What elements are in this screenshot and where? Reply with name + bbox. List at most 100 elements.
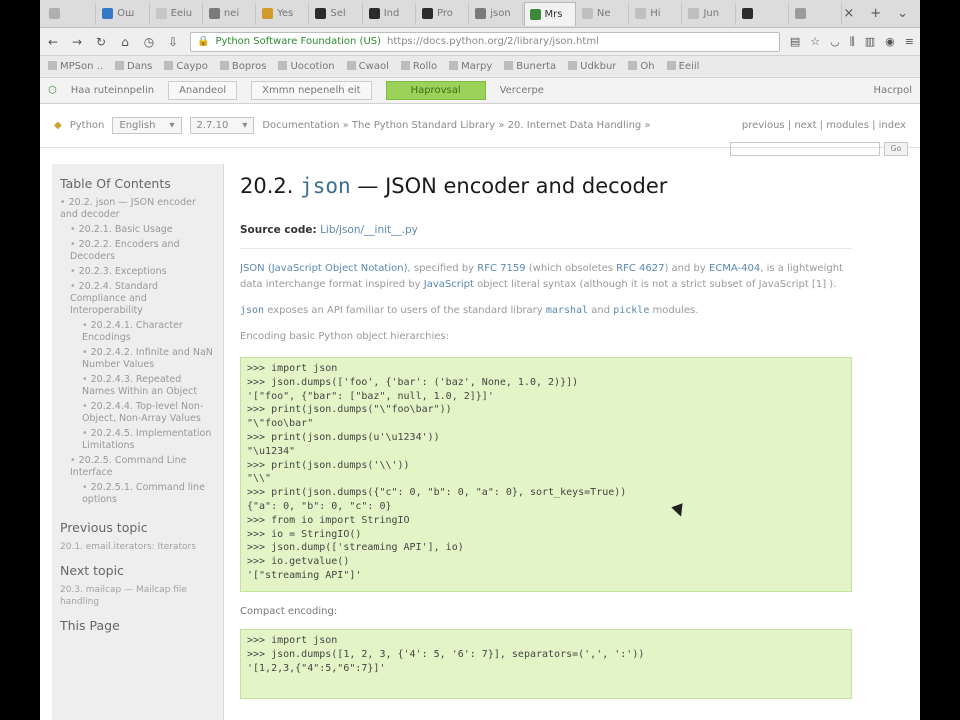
api-paragraph: json exposes an API familiar to users of… xyxy=(240,305,699,316)
menu-icon[interactable]: ≡ xyxy=(905,35,914,49)
bookmark-folder-icon xyxy=(504,61,514,70)
bullet-icon: • xyxy=(82,401,88,412)
browser-tab[interactable]: Ind xyxy=(364,2,416,25)
bullet-icon: • xyxy=(60,197,66,208)
search-input[interactable] xyxy=(730,142,880,156)
bookmark-item[interactable]: Bopros xyxy=(219,61,266,72)
page-title: 20.2. json — JSON encoder and decoder xyxy=(240,174,668,198)
toc-item[interactable]: • 20.2.4.2. Infinite and NaN Number Value… xyxy=(60,347,215,371)
code-line: >>> print(json.dumps("\"foo\bar")) xyxy=(247,404,452,416)
nav-links[interactable]: previous | next | modules | index xyxy=(742,120,906,131)
bookmark-folder-icon xyxy=(164,61,174,70)
back-icon[interactable]: ← xyxy=(46,35,60,49)
version-select[interactable]: 2.7.10 ▾ xyxy=(189,117,255,134)
tab-favicon-icon xyxy=(155,8,167,19)
reader-view-icon[interactable]: ▤ xyxy=(790,35,800,49)
browser-tab[interactable]: nei xyxy=(204,2,257,25)
code-line: >>> from io import StringIO xyxy=(247,514,410,526)
bullet-icon: • xyxy=(82,347,88,358)
browser-tab[interactable] xyxy=(737,2,790,25)
address-bar[interactable]: 🔒 Python Software Foundation (US) https:… xyxy=(190,31,780,52)
tab-strip: Ош Eeiu nei Yes Sel Ind Pro json Mrs Ne Hi Jun × + ⌄ xyxy=(40,0,920,28)
browser-tab[interactable]: Ош xyxy=(97,2,150,25)
toc-item[interactable]: • 20.2. json — JSON encoder and decoder xyxy=(60,197,215,221)
previous-topic-link[interactable]: 20.1. email.iterators: Iterators xyxy=(60,541,215,553)
browser-tab[interactable]: Sel xyxy=(310,2,363,25)
browser-tab[interactable] xyxy=(790,2,843,25)
translate-button[interactable]: Haprovsal xyxy=(385,81,486,100)
bookmark-item[interactable]: Rollo xyxy=(400,61,437,72)
toc-item[interactable]: • 20.2.4.1. Character Encodings xyxy=(60,320,215,344)
browser-tab[interactable]: Ne xyxy=(577,2,630,25)
tab-favicon-icon xyxy=(475,8,487,19)
sidebar-icon[interactable]: ▥ xyxy=(865,35,875,49)
bookmark-item[interactable]: Сауро xyxy=(164,61,208,72)
browser-tab[interactable]: Eeiu xyxy=(151,2,203,25)
library-icon[interactable]: ⫼ xyxy=(850,35,855,49)
bookmark-item[interactable]: Marpy xyxy=(449,61,492,72)
toc-item[interactable]: • 20.2.4.5. Implementation Limitations xyxy=(60,428,215,452)
close-tab-icon[interactable]: × xyxy=(843,6,854,21)
pocket-icon[interactable]: ◡ xyxy=(830,35,840,49)
browser-tab[interactable] xyxy=(44,2,97,25)
toc-item[interactable]: • 20.2.3. Exceptions xyxy=(60,266,215,278)
tab-list-icon[interactable]: ⌄ xyxy=(897,6,908,21)
bookmark-item[interactable]: Cwaol xyxy=(346,61,389,72)
browser-tab[interactable]: Yes xyxy=(257,2,310,25)
bookmark-item[interactable]: Eeiil xyxy=(666,61,699,72)
history-icon[interactable]: ◷ xyxy=(142,35,156,49)
code-line: >>> import json xyxy=(247,635,338,646)
toc-item[interactable]: • 20.2.5. Command Line Interface xyxy=(60,455,215,479)
bookmark-item[interactable]: Dans xyxy=(115,61,152,72)
browser-tab[interactable]: json xyxy=(470,2,523,25)
python-logo-icon: ◆ xyxy=(54,120,62,131)
toc-item[interactable]: • 20.2.5.1. Command line options xyxy=(60,482,215,506)
web-page: ◆ Python English ▾ 2.7.10 ▾ Documentation … xyxy=(40,104,920,720)
toc-item[interactable]: • 20.2.4. Standard Compliance and Interop… xyxy=(60,281,215,317)
tab-favicon-icon xyxy=(262,8,274,19)
translate-option-3[interactable]: Vercerpe xyxy=(500,85,544,96)
main-content: 20.2. json — JSON encoder and decoder So… xyxy=(240,164,852,720)
source-code-link[interactable]: Lib/json/__init__.py xyxy=(320,224,418,236)
downloads-icon[interactable]: ⇩ xyxy=(166,35,180,49)
code-line: >>> print(json.dumps('\\')) xyxy=(247,459,410,471)
tab-label: Ош xyxy=(117,8,135,19)
browser-tab[interactable]: Mrs xyxy=(523,1,576,26)
translate-option-2[interactable]: Xmmn nepenelh eit xyxy=(251,81,372,100)
translate-settings[interactable]: Hacrpol xyxy=(873,85,912,96)
bookmark-star-icon[interactable]: ☆ xyxy=(810,35,820,49)
bookmark-item[interactable]: Bunerta xyxy=(504,61,556,72)
code-block-basic: >>> import json >>> json.dumps(['foo', {'… xyxy=(240,357,852,592)
breadcrumb[interactable]: Documentation » The Python Standard Libr… xyxy=(262,120,650,131)
language-select[interactable]: English ▾ xyxy=(112,117,182,134)
code-line: '[1,2,3,{"4":5,"6":7}]' xyxy=(247,662,386,674)
browser-tab[interactable]: Hi xyxy=(630,2,683,25)
code-line: >>> io = StringIO() xyxy=(247,528,362,540)
tab-label: Sel xyxy=(330,8,346,19)
toc-item[interactable]: • 20.2.4.3. Repeated Names Within an Obje… xyxy=(60,374,215,398)
bullet-icon: • xyxy=(70,266,76,277)
bookmark-item[interactable]: Oh xyxy=(628,61,655,72)
translate-option-1[interactable]: Anandeol xyxy=(168,81,238,100)
code-block-compact: >>> import json >>> json.dumps([1, 2, 3, … xyxy=(240,629,852,699)
bullet-icon: • xyxy=(70,239,76,250)
forward-icon[interactable]: → xyxy=(70,35,84,49)
home-icon[interactable]: ⌂ xyxy=(118,35,132,49)
bookmark-folder-icon xyxy=(666,61,676,70)
new-tab-icon[interactable]: + xyxy=(870,6,881,21)
toc-item[interactable]: • 20.2.1. Basic Usage xyxy=(60,224,215,236)
extension-icon[interactable]: ◉ xyxy=(885,35,895,49)
bookmark-item[interactable]: Udkbur xyxy=(568,61,616,72)
previous-topic-title: Previous topic xyxy=(60,520,148,535)
next-topic-link[interactable]: 20.3. mailcap — Mailcap file handling xyxy=(60,584,215,608)
reload-icon[interactable]: ↻ xyxy=(94,35,108,49)
python-home-link[interactable]: Python xyxy=(70,120,105,131)
search-button[interactable]: Go xyxy=(884,142,908,156)
toc-item[interactable]: • 20.2.2. Encoders and Decoders xyxy=(60,239,215,263)
browser-tab[interactable]: Pro xyxy=(417,2,470,25)
tab-favicon-icon xyxy=(102,8,114,19)
bookmark-item[interactable]: MPSon .. xyxy=(48,61,103,72)
bookmark-item[interactable]: Uocotion xyxy=(278,61,335,72)
browser-tab[interactable]: Jun xyxy=(683,2,736,25)
toc-item[interactable]: • 20.2.4.4. Top-level Non-Object, Non-Arr… xyxy=(60,401,215,425)
